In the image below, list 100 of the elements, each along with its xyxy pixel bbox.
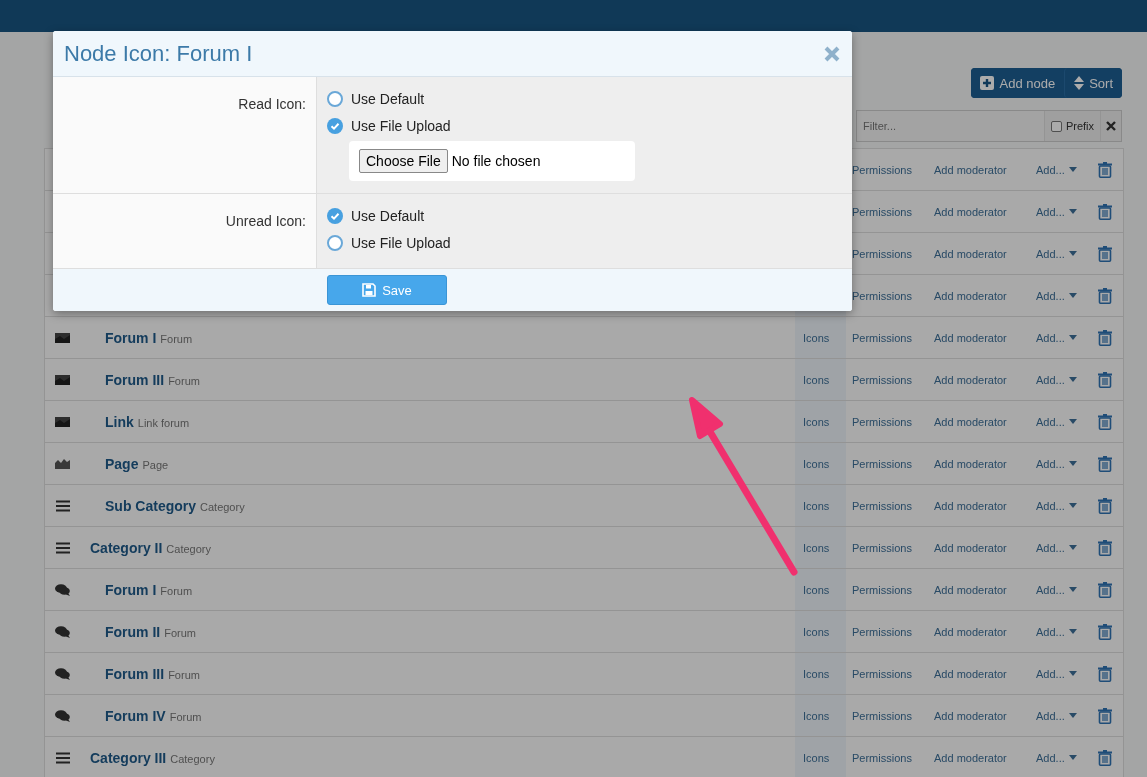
add-menu[interactable]: Add...: [1036, 583, 1098, 596]
icons-link[interactable]: Icons: [803, 331, 830, 344]
option-label[interactable]: Use File Upload: [351, 234, 451, 251]
node-title[interactable]: Forum II: [105, 623, 161, 640]
trash-icon[interactable]: [1098, 581, 1112, 598]
node-title[interactable]: Forum I: [105, 581, 157, 598]
add-menu[interactable]: Add...: [1036, 331, 1098, 344]
close-icon[interactable]: [824, 45, 840, 62]
add-menu[interactable]: Add...: [1036, 541, 1098, 554]
node-title[interactable]: Forum III: [105, 371, 165, 388]
trash-icon[interactable]: [1098, 161, 1112, 178]
option-label[interactable]: Use Default: [351, 90, 425, 107]
add-moderator-link[interactable]: Add moderator: [934, 163, 1036, 176]
add-menu[interactable]: Add...: [1036, 457, 1098, 470]
file-input[interactable]: Choose File No file chosen: [349, 141, 635, 181]
trash-icon[interactable]: [1098, 455, 1112, 472]
permissions-link[interactable]: Permissions: [852, 373, 934, 386]
add-moderator-link[interactable]: Add moderator: [934, 205, 1036, 218]
clear-icon[interactable]: [1106, 121, 1116, 131]
save-button[interactable]: Save: [327, 275, 447, 305]
add-moderator-link[interactable]: Add moderator: [934, 751, 1036, 764]
option-label[interactable]: Use File Upload: [351, 117, 451, 134]
icons-link[interactable]: Icons: [803, 625, 830, 638]
icons-link[interactable]: Icons: [803, 709, 830, 722]
radio-button[interactable]: [327, 90, 343, 107]
add-moderator-link[interactable]: Add moderator: [934, 331, 1036, 344]
icons-link[interactable]: Icons: [803, 667, 830, 680]
trash-icon[interactable]: [1098, 665, 1112, 682]
node-type: Page: [142, 458, 169, 471]
radio-button[interactable]: [327, 234, 343, 251]
add-menu[interactable]: Add...: [1036, 499, 1098, 512]
add-menu[interactable]: Add...: [1036, 625, 1098, 638]
filter-field[interactable]: Filter...: [857, 111, 1044, 141]
add-moderator-link[interactable]: Add moderator: [934, 583, 1036, 596]
node-title[interactable]: Forum IV: [105, 707, 166, 724]
permissions-link[interactable]: Permissions: [852, 625, 934, 638]
node-title[interactable]: Sub Category: [105, 497, 196, 514]
add-menu[interactable]: Add...: [1036, 163, 1098, 176]
icons-link[interactable]: Icons: [803, 751, 830, 764]
add-moderator-link[interactable]: Add moderator: [934, 373, 1036, 386]
node-title[interactable]: Page: [105, 455, 139, 472]
add-menu[interactable]: Add...: [1036, 247, 1098, 260]
node-title[interactable]: Category III: [90, 749, 167, 766]
add-moderator-link[interactable]: Add moderator: [934, 499, 1036, 512]
trash-icon[interactable]: [1098, 539, 1112, 556]
trash-icon[interactable]: [1098, 245, 1112, 262]
permissions-link[interactable]: Permissions: [852, 415, 934, 428]
node-title[interactable]: Link: [105, 413, 134, 430]
prefix-checkbox[interactable]: Prefix: [1043, 111, 1100, 141]
node-title[interactable]: Forum I: [105, 329, 157, 346]
menu-icon: [55, 541, 70, 554]
add-moderator-link[interactable]: Add moderator: [934, 541, 1036, 554]
permissions-link[interactable]: Permissions: [852, 457, 934, 470]
add-moderator-link[interactable]: Add moderator: [934, 415, 1036, 428]
add-menu[interactable]: Add...: [1036, 289, 1098, 302]
trash-icon[interactable]: [1098, 287, 1112, 304]
choose-file-button[interactable]: Choose File: [359, 149, 448, 173]
icons-link[interactable]: Icons: [803, 583, 830, 596]
trash-icon[interactable]: [1098, 623, 1112, 640]
permissions-link[interactable]: Permissions: [852, 709, 934, 722]
add-moderator-link[interactable]: Add moderator: [934, 667, 1036, 680]
add-moderator-link[interactable]: Add moderator: [934, 457, 1036, 470]
permissions-link[interactable]: Permissions: [852, 751, 934, 764]
trash-icon[interactable]: [1098, 497, 1112, 514]
node-title[interactable]: Forum III: [105, 665, 165, 682]
trash-icon[interactable]: [1098, 371, 1112, 388]
trash-icon[interactable]: [1098, 413, 1112, 430]
add-menu[interactable]: Add...: [1036, 415, 1098, 428]
add-menu[interactable]: Add...: [1036, 667, 1098, 680]
permissions-link[interactable]: Permissions: [852, 583, 934, 596]
add-menu[interactable]: Add...: [1036, 205, 1098, 218]
trash-icon[interactable]: [1098, 329, 1112, 346]
add-moderator-link[interactable]: Add moderator: [934, 247, 1036, 260]
radio-button[interactable]: [327, 207, 343, 224]
icons-link[interactable]: Icons: [803, 373, 830, 386]
trash-icon[interactable]: [1098, 707, 1112, 724]
radio-button[interactable]: [327, 117, 343, 134]
icons-link[interactable]: Icons: [803, 499, 830, 512]
add-moderator-link[interactable]: Add moderator: [934, 289, 1036, 302]
add-menu[interactable]: Add...: [1036, 709, 1098, 722]
permissions-link[interactable]: Permissions: [852, 499, 934, 512]
permissions-link[interactable]: Permissions: [852, 247, 934, 260]
node-title[interactable]: Category II: [90, 539, 163, 556]
icons-link[interactable]: Icons: [803, 541, 830, 554]
trash-icon[interactable]: [1098, 203, 1112, 220]
permissions-link[interactable]: Permissions: [852, 667, 934, 680]
sort-button[interactable]: Sort: [1064, 68, 1122, 98]
add-menu[interactable]: Add...: [1036, 751, 1098, 764]
permissions-link[interactable]: Permissions: [852, 163, 934, 176]
option-label[interactable]: Use Default: [351, 207, 425, 224]
add-menu[interactable]: Add...: [1036, 373, 1098, 386]
icons-link[interactable]: Icons: [803, 415, 830, 428]
permissions-link[interactable]: Permissions: [852, 331, 934, 344]
icons-link[interactable]: Icons: [803, 457, 830, 470]
trash-icon[interactable]: [1098, 749, 1112, 766]
permissions-link[interactable]: Permissions: [852, 289, 934, 302]
add-moderator-link[interactable]: Add moderator: [934, 709, 1036, 722]
permissions-link[interactable]: Permissions: [852, 205, 934, 218]
add-moderator-link[interactable]: Add moderator: [934, 625, 1036, 638]
permissions-link[interactable]: Permissions: [852, 541, 934, 554]
